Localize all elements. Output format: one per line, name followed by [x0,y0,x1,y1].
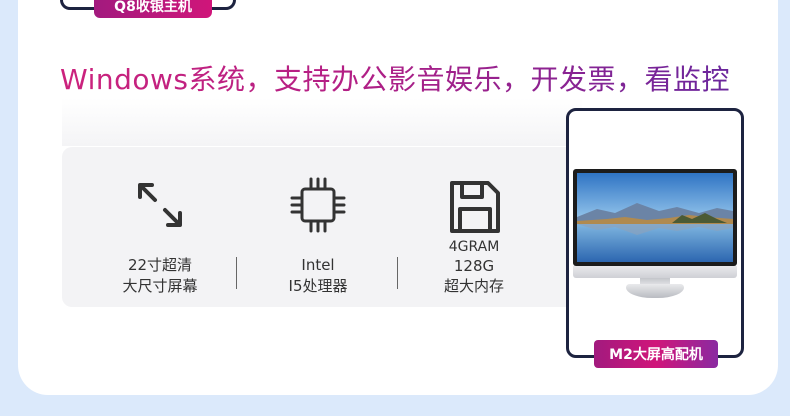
spec-line: 128G [453,257,495,275]
spec-line: 22寸超清 [127,256,193,274]
cpu-chip-icon [290,177,346,233]
floppy-disk-icon [450,181,500,233]
spec-panel: 22寸超清 大尺寸屏幕 Intel I5处理器 4GRAM 128G 超大内存 [62,147,582,307]
spec-line: 大尺寸屏幕 [122,277,198,295]
landscape-image [577,173,733,262]
spec-line: 4GRAM [448,239,500,255]
monitor-chin [573,266,737,278]
spec-divider [397,257,398,289]
headline: Windows系统，支持办公影音娱乐，开发票，看监控 [0,58,790,98]
spec-line: Intel [301,256,335,274]
monitor-screen [573,169,737,266]
top-product-label: Q8收银主机 [94,0,212,18]
spec-divider [236,257,237,289]
spec-line: 超大内存 [443,277,504,295]
product-label: M2大屏高配机 [594,340,718,368]
spec-line: I5处理器 [288,277,348,295]
spec-panel-fade [62,98,582,146]
expand-arrows-icon [138,183,182,227]
